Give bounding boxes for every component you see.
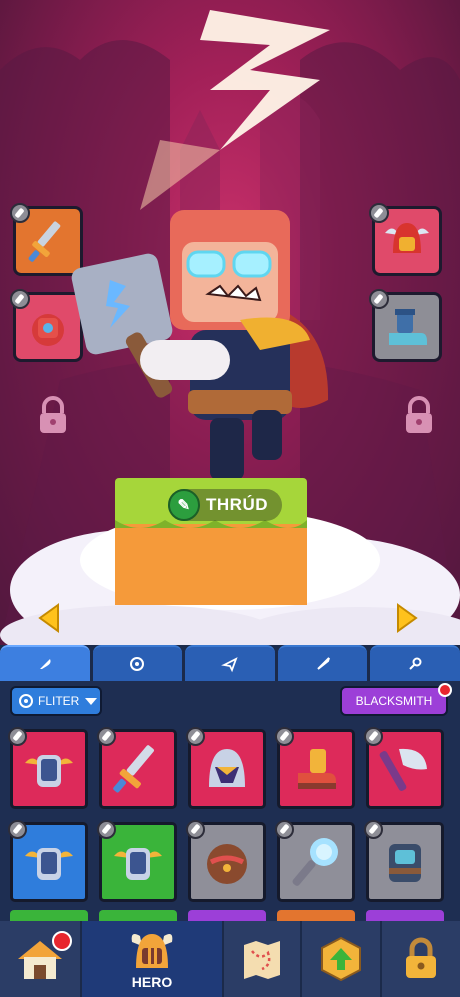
tab-key[interactable] [370, 645, 460, 681]
blacksmith-button[interactable]: BLACKSMITH [340, 686, 448, 716]
inventory-item-winged-armor-blue[interactable] [8, 820, 88, 902]
inventory-item-mace[interactable] [275, 820, 355, 902]
prev-hero-arrow-icon[interactable] [38, 603, 60, 633]
nav-hero[interactable]: HERO [82, 921, 222, 997]
target-icon [19, 694, 33, 708]
sword-icon [28, 221, 61, 262]
viking-helmet-icon [131, 934, 173, 968]
nav-home[interactable] [0, 921, 80, 997]
nav-map[interactable] [224, 921, 300, 997]
winged-armor-icon [114, 848, 162, 880]
armor-icon [32, 314, 64, 346]
pin-icon [10, 289, 30, 309]
equipment-category-tabs [0, 645, 460, 681]
inventory-item-chest-armor[interactable] [364, 820, 444, 902]
padlock-icon [406, 937, 436, 978]
hero-name: THRÚD [206, 495, 268, 514]
pin-icon [186, 727, 205, 746]
inventory-item-helmet[interactable] [186, 727, 266, 809]
target-icon [130, 657, 145, 671]
blacksmith-notification-dot [438, 683, 452, 697]
filter-label: FLITER [38, 694, 80, 708]
tab-sword[interactable] [277, 645, 368, 681]
pin-icon [10, 203, 30, 223]
pin-icon [364, 820, 383, 839]
pin-icon [97, 727, 116, 746]
inventory-item-boots[interactable] [275, 727, 355, 809]
inventory-item-axe[interactable] [364, 727, 444, 809]
nav-upgrade[interactable] [302, 921, 380, 997]
pin-icon [186, 820, 205, 839]
bottom-navigation: HERO [0, 921, 460, 997]
inventory-item-winged-armor[interactable] [8, 727, 88, 809]
helmet-icon [385, 223, 429, 253]
bag-icon [207, 844, 247, 884]
boots-icon [298, 749, 336, 789]
pin-icon [8, 820, 27, 839]
nav-hero-label: HERO [131, 974, 173, 990]
winged-armor-icon [25, 755, 73, 787]
inventory-item-winged-armor-green[interactable] [97, 820, 177, 902]
winged-armor-icon [25, 848, 73, 880]
axe-icon [379, 748, 427, 791]
tab-weapon[interactable] [0, 645, 90, 681]
feather-icon [39, 659, 51, 669]
pin-icon [8, 727, 27, 746]
sword-icon [113, 745, 154, 793]
next-hero-arrow-icon[interactable] [396, 603, 418, 633]
inventory-item-sword[interactable] [97, 727, 177, 809]
map-icon [244, 941, 280, 979]
tab-target[interactable] [92, 645, 183, 681]
home-notification-icon [52, 931, 72, 951]
pin-icon [369, 203, 389, 223]
chevron-down-icon [85, 697, 98, 705]
inventory-row-partial [10, 910, 450, 921]
tab-plane[interactable] [185, 645, 275, 681]
boots-icon [389, 309, 427, 345]
filter-button[interactable]: FLITER [10, 686, 102, 716]
mace-icon [292, 838, 338, 886]
hero-character[interactable] [70, 190, 370, 500]
lock-icon [406, 396, 432, 433]
sword-tab-icon [316, 657, 330, 670]
pin-icon [369, 289, 389, 309]
plane-icon [221, 657, 238, 673]
helmet-icon [209, 749, 245, 787]
equip-slot-boots[interactable] [369, 289, 442, 362]
upgrade-arrow-icon [321, 936, 361, 982]
feather-badge-icon: ✎ [168, 489, 200, 521]
hero-name-label: ✎ THRÚD [168, 489, 282, 521]
equip-slot-helmet[interactable] [369, 203, 442, 276]
pin-icon [275, 820, 294, 839]
equip-slot-locked-right [384, 380, 454, 450]
chest-armor-icon [389, 844, 421, 882]
pin-icon [364, 727, 383, 746]
lock-icon [40, 396, 66, 433]
hero-stage: ✎ THRÚD [0, 0, 460, 645]
pin-icon [275, 727, 294, 746]
blacksmith-label: BLACKSMITH [355, 694, 433, 708]
pin-icon [97, 820, 116, 839]
inventory-item-bag[interactable] [186, 820, 266, 902]
key-icon [409, 657, 422, 670]
nav-locked[interactable] [382, 921, 460, 997]
